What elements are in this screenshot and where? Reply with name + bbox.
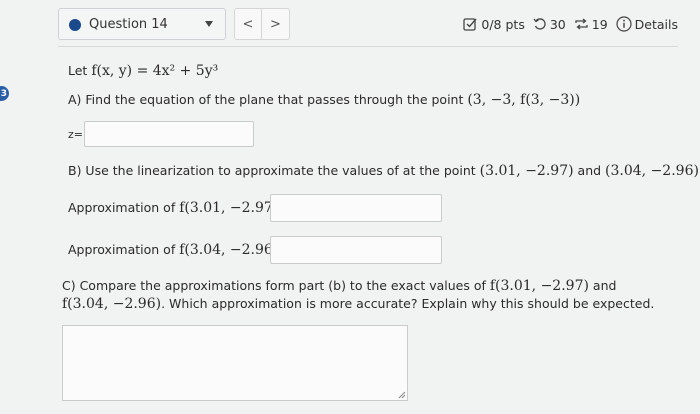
- repeat-icon: [575, 18, 588, 30]
- question-number-badge: 3: [0, 86, 9, 101]
- previous-question-button[interactable]: <: [234, 8, 262, 40]
- question-label: Question 14: [89, 17, 168, 32]
- caret-down-icon: [205, 21, 213, 27]
- part-c-prompt-line-1: C) Compare the approximations form part …: [62, 278, 616, 294]
- part-c-text: C) Compare the approximations form part …: [62, 278, 490, 293]
- points-text: 0/8 pts: [481, 16, 525, 32]
- chevron-left-icon: <: [242, 16, 254, 32]
- next-question-button[interactable]: >: [262, 8, 290, 40]
- part-b-text: B) Use the linearization to approximate …: [68, 163, 480, 178]
- approx-2-prefix: Approximation of: [68, 242, 180, 257]
- question-status-dot-icon: [69, 19, 81, 31]
- z-input[interactable]: [84, 121, 254, 147]
- question-meta: 0/8 pts 30 19 Details: [455, 16, 678, 32]
- part-c-math-1: f(3.01, −2.97): [489, 278, 589, 294]
- attempts-count: 19: [591, 16, 608, 32]
- attempts-indicator: 19: [574, 17, 608, 32]
- part-a-prompt: A) Find the equation of the plane that p…: [68, 92, 580, 108]
- approx-2-math: f(3.04, −2.96): [179, 242, 279, 258]
- chevron-right-icon: >: [270, 16, 281, 32]
- part-a-text: A) Find the equation of the plane that p…: [68, 92, 468, 107]
- part-c-prompt-line-2: f(3.04, −2.96). Which approximation is m…: [62, 296, 654, 312]
- part-b-and: and: [573, 163, 606, 178]
- explanation-textarea[interactable]: [62, 325, 408, 401]
- approx-1-math: f(3.01, −2.97): [179, 200, 279, 216]
- part-c-rest: . Which approximation is more accurate? …: [161, 296, 655, 311]
- approximation-1-label: Approximation of f(3.01, −2.97) =: [68, 200, 293, 216]
- details-link[interactable]: Details: [616, 16, 678, 32]
- retries-indicator: 30: [533, 17, 566, 32]
- approx-1-prefix: Approximation of: [68, 200, 180, 215]
- question-selector[interactable]: Question 14: [58, 8, 226, 40]
- header-divider: [58, 46, 678, 47]
- approximation-2-label: Approximation of f(3.04, −2.96) =: [68, 242, 293, 258]
- question-header: Question 14 < > 0/8 pts 30 19 Details: [58, 8, 678, 42]
- function-formula: f(x, y) = 4x² + 5y³: [91, 63, 219, 79]
- details-label: Details: [634, 16, 678, 32]
- function-definition: Let f(x, y) = 4x² + 5y³: [68, 63, 218, 79]
- approximation-2-input[interactable]: [270, 236, 442, 264]
- part-c-math-2: f(3.04, −2.96): [62, 296, 162, 312]
- retries-count: 30: [549, 16, 566, 32]
- part-c-and: and: [588, 278, 617, 293]
- approximation-1-input[interactable]: [270, 194, 442, 222]
- edit-check-icon: [463, 18, 477, 31]
- part-b-prompt: B) Use the linearization to approximate …: [68, 163, 699, 179]
- undo-icon: [533, 18, 546, 30]
- part-b-point-1: (3.01, −2.97): [479, 163, 574, 179]
- points-indicator: 0/8 pts: [463, 16, 525, 32]
- resize-grip-icon[interactable]: [398, 391, 406, 399]
- part-b-point-2: (3.04, −2.96): [605, 163, 699, 179]
- z-label: z=: [68, 128, 83, 141]
- let-text: Let: [68, 63, 92, 78]
- info-icon: [616, 16, 632, 32]
- part-a-point: (3, −3, f(3, −3)): [467, 92, 581, 108]
